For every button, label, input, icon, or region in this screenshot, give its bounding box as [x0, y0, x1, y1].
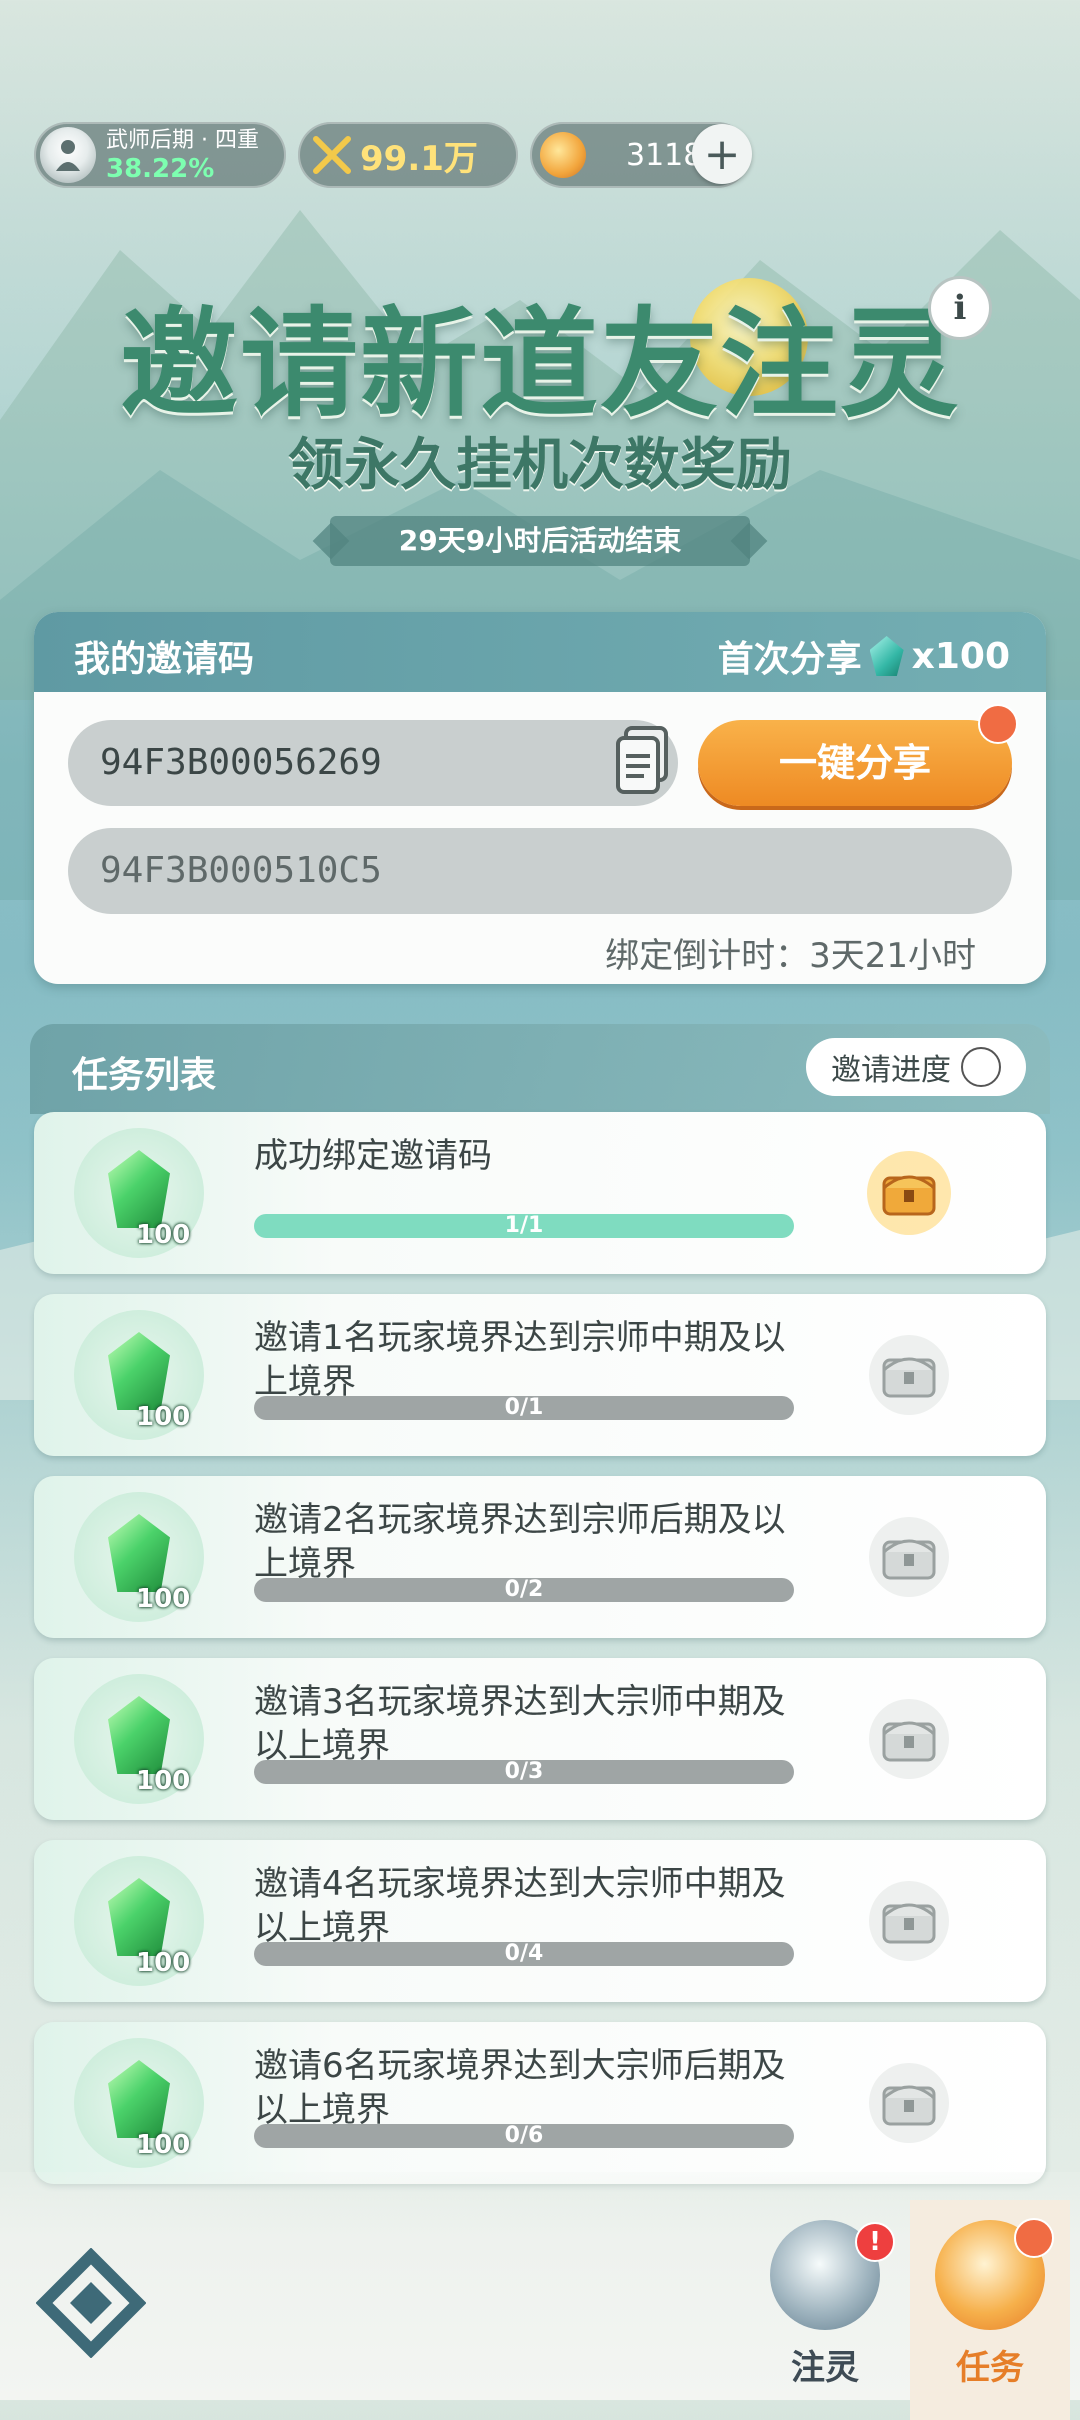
tab-task[interactable]: 任务	[910, 2200, 1070, 2420]
bind-invite-code: 94F3B000510C5	[100, 850, 382, 891]
page-subtitle: 领永久挂机次数奖励	[288, 433, 792, 498]
task-progress-bar: 0/1	[254, 1396, 794, 1420]
invite-progress-label: 邀请进度	[831, 1053, 951, 1088]
invite-card-title: 我的邀请码	[74, 639, 255, 680]
alert-badge-icon: !	[855, 2222, 895, 2262]
page-title: 邀请新道友注灵	[119, 295, 960, 433]
task-progress-text: 0/3	[504, 1760, 544, 1784]
reward-quantity: 100	[136, 1766, 191, 1796]
task-row: 100 邀请4名玩家境界达到大宗师中期及以上境界 0/4	[34, 1840, 1046, 2002]
first-share-amount: x100	[911, 635, 1010, 677]
reward-item[interactable]: 100	[74, 1128, 204, 1258]
green-gem-icon	[108, 1150, 170, 1228]
spirit-coin-icon	[540, 132, 586, 178]
rank-title: 武师后期 · 四重	[106, 128, 259, 153]
tab-zhuling[interactable]: 注灵 !	[745, 2220, 905, 2400]
green-gem-icon	[108, 1696, 170, 1774]
task-name: 成功绑定邀请码	[254, 1136, 492, 1176]
locked-chest-icon[interactable]	[864, 1694, 954, 1784]
task-name: 邀请4名玩家境界达到大宗师中期及以上境界	[254, 1864, 786, 1948]
green-gem-icon	[108, 1514, 170, 1592]
invite-progress-button[interactable]: 邀请进度	[806, 1038, 1026, 1096]
power-status[interactable]: 99.1万	[298, 122, 518, 188]
task-progress-text: 0/1	[504, 1396, 544, 1420]
task-progress-text: 0/4	[504, 1942, 544, 1966]
invite-code-card: 我的邀请码 首次分享 x100 94F3B00056269 一键分享 94F3B…	[34, 612, 1046, 984]
first-share-reward: 首次分享 x100	[718, 630, 1010, 682]
task-progress-text: 1/1	[504, 1214, 544, 1238]
rank-status[interactable]: 武师后期 · 四重 38.22%	[34, 122, 286, 188]
task-row: 100 成功绑定邀请码 1/1	[34, 1112, 1046, 1274]
add-currency-button[interactable]: +	[692, 124, 752, 184]
task-progress-bar: 1/1	[254, 1214, 794, 1238]
coin-value: 3118	[626, 137, 703, 173]
reward-item[interactable]: 100	[74, 1310, 204, 1440]
power-value: 99.1万	[360, 138, 478, 179]
add-friend-icon	[961, 1047, 1001, 1087]
task-progress-bar: 0/6	[254, 2124, 794, 2148]
task-list-title: 任务列表	[72, 1055, 217, 1096]
task-notification-icon	[1014, 2218, 1054, 2258]
task-row: 100 邀请2名玩家境界达到宗师后期及以上境界 0/2	[34, 1476, 1046, 1638]
game-logo-icon[interactable]	[36, 2248, 146, 2358]
task-row: 100 邀请3名玩家境界达到大宗师中期及以上境界 0/3	[34, 1658, 1046, 1820]
locked-chest-icon[interactable]	[864, 1512, 954, 1602]
task-progress-bar: 0/2	[254, 1578, 794, 1602]
reward-quantity: 100	[136, 1402, 191, 1432]
share-notification-icon	[978, 704, 1018, 744]
task-row: 100 邀请1名玩家境界达到宗师中期及以上境界 0/1	[34, 1294, 1046, 1456]
copy-icon[interactable]	[614, 724, 672, 796]
task-name: 邀请6名玩家境界达到大宗师后期及以上境界	[254, 2046, 786, 2130]
my-invite-code-field[interactable]: 94F3B00056269	[68, 720, 678, 806]
one-click-share-button[interactable]: 一键分享	[698, 720, 1012, 806]
task-name: 邀请1名玩家境界达到宗师中期及以上境界	[254, 1318, 786, 1402]
task-list-header: 任务列表 邀请进度	[30, 1024, 1050, 1114]
reward-quantity: 100	[136, 2130, 191, 2160]
my-invite-code: 94F3B00056269	[100, 742, 382, 783]
reward-item[interactable]: 100	[74, 1674, 204, 1804]
task-name: 邀请2名玩家境界达到宗师后期及以上境界	[254, 1500, 786, 1584]
green-gem-icon	[108, 1878, 170, 1956]
reward-item[interactable]: 100	[74, 1856, 204, 1986]
locked-chest-icon[interactable]	[864, 2058, 954, 2148]
reward-quantity: 100	[136, 1220, 191, 1250]
task-progress-bar: 0/4	[254, 1942, 794, 1966]
info-button[interactable]: i	[928, 276, 992, 340]
first-share-label: 首次分享	[717, 639, 862, 680]
character-avatar-icon	[40, 127, 96, 183]
golden-chest-icon[interactable]	[864, 1148, 954, 1238]
crossed-swords-icon	[313, 136, 351, 174]
locked-chest-icon[interactable]	[864, 1330, 954, 1420]
task-progress-text: 0/6	[504, 2124, 544, 2148]
event-countdown: 29天9小时后活动结束	[330, 516, 750, 566]
locked-chest-icon[interactable]	[864, 1876, 954, 1966]
reward-item[interactable]: 100	[74, 1492, 204, 1622]
reward-item[interactable]: 100	[74, 2038, 204, 2168]
task-row: 100 邀请6名玩家境界达到大宗师后期及以上境界 0/6	[34, 2022, 1046, 2184]
green-gem-icon	[108, 1332, 170, 1410]
tab-zhuling-label: 注灵	[791, 2348, 859, 2388]
invite-card-header: 我的邀请码 首次分享 x100	[34, 612, 1046, 692]
green-gem-icon	[108, 2060, 170, 2138]
currency-status: 3118 +	[530, 122, 752, 188]
bind-invite-code-field[interactable]: 94F3B000510C5	[68, 828, 1012, 914]
reward-quantity: 100	[136, 1948, 191, 1978]
task-name: 邀请3名玩家境界达到大宗师中期及以上境界	[254, 1682, 786, 1766]
reward-quantity: 100	[136, 1584, 191, 1614]
jade-gem-icon	[869, 636, 904, 676]
tab-task-label: 任务	[956, 2348, 1024, 2388]
bind-countdown: 绑定倒计时：3天21小时	[605, 936, 976, 976]
task-progress-text: 0/2	[504, 1578, 544, 1602]
rank-percent: 38.22%	[106, 154, 215, 184]
task-progress-bar: 0/3	[254, 1760, 794, 1784]
